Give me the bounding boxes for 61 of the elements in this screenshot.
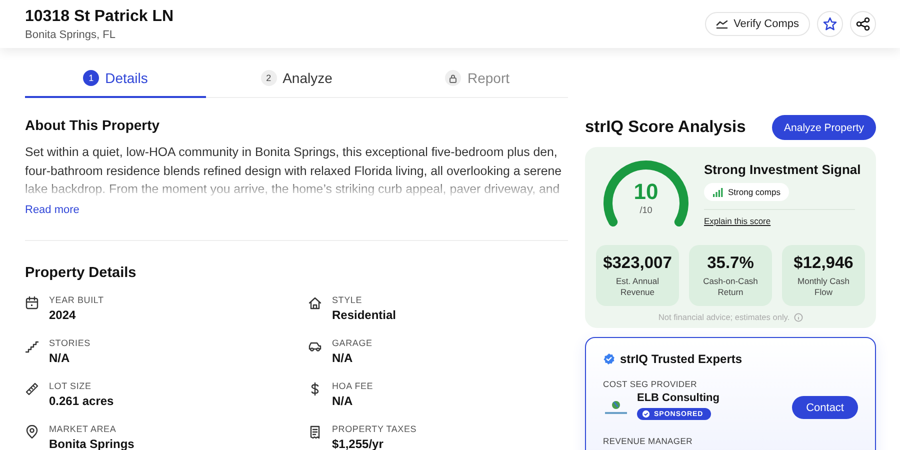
- map-pin-icon: [25, 424, 39, 438]
- check-icon: [642, 410, 650, 418]
- stat-label: Est. Annual Revenue: [614, 276, 660, 298]
- detail-value: 0.261 acres: [49, 394, 114, 408]
- section-heading: strIQ Score Analysis: [585, 118, 746, 137]
- detail-value: N/A: [332, 350, 354, 364]
- detail-value: 2024: [49, 308, 77, 322]
- signal-title: Strong Investment Signal: [704, 162, 862, 177]
- info-icon: [794, 312, 803, 322]
- detail-label: STYLE: [332, 294, 364, 304]
- expert-role: COST SEG PROVIDER: [603, 379, 698, 389]
- ruler-icon: [25, 382, 39, 396]
- detail-label: YEAR BUILT: [49, 294, 104, 304]
- explain-score-link[interactable]: Explain this score: [704, 216, 771, 226]
- detail-value: N/A: [49, 350, 71, 364]
- share-icon: [856, 17, 870, 31]
- expert-name: ELB Consulting: [637, 392, 720, 404]
- analyze-property-button[interactable]: Analyze Property: [772, 115, 876, 140]
- experts-title: strIQ Trusted Experts: [620, 352, 742, 366]
- detail-label: PROPERTY TAXES: [332, 424, 417, 434]
- detail-label: LOT SIZE: [49, 380, 92, 390]
- share-button[interactable]: [850, 11, 876, 37]
- detail-value: Residential: [332, 308, 396, 322]
- badge-text: Strong comps: [728, 187, 780, 197]
- property-city: Bonita Springs, FL: [25, 28, 116, 40]
- section-heading: About This Property: [25, 117, 161, 133]
- detail-value: Bonita Springs: [49, 436, 134, 450]
- house-icon: [308, 296, 322, 310]
- verified-icon: [603, 353, 615, 365]
- tab[interactable]: 2 Analyze: [206, 60, 387, 98]
- signal-bars-icon: [713, 188, 723, 196]
- disclaimer-text: Not financial advice; estimates only.: [658, 312, 790, 322]
- stat-value: 35.7%: [706, 254, 755, 273]
- chart-line-icon: [716, 19, 728, 29]
- read-more-link[interactable]: Read more: [25, 204, 80, 216]
- section-heading: Property Details: [25, 264, 138, 280]
- detail-label: MARKET AREA: [49, 424, 118, 434]
- lock-icon: [449, 74, 458, 82]
- stat-value: $12,946: [792, 254, 854, 273]
- score-max: /10: [638, 205, 654, 215]
- stat-value: $323,007: [602, 254, 673, 273]
- detail-label: HOA FEE: [332, 380, 374, 390]
- favorite-button[interactable]: [817, 11, 843, 37]
- stat-label: Monthly Cash Flow: [796, 276, 850, 298]
- stairs-icon: [25, 338, 39, 352]
- detail-value: N/A: [332, 394, 354, 408]
- receipt-icon: [308, 424, 322, 438]
- score-value: 10: [632, 179, 660, 205]
- verify-comps-button[interactable]: Verify Comps: [704, 12, 810, 36]
- detail-label: GARAGE: [332, 338, 372, 348]
- tab[interactable]: Report: [387, 60, 568, 98]
- contact-button[interactable]: Contact: [792, 396, 858, 419]
- stat-label: Cash-on-Cash Return: [702, 276, 759, 298]
- property-address: 10318 St Patrick LN: [25, 8, 174, 26]
- star-icon: [823, 17, 837, 31]
- property-description: Set within a quiet, low-HOA community in Bonita Springs, this exceptional five-bedroom plus den, four-bathroom residence blends refined design with relaxed Florida living, all overlooking a serene lake backdrop. From the moment you arrive, the home’s striking curb appeal, paver driveway, and: [25, 144, 563, 198]
- tab[interactable]: 1 Details: [25, 60, 206, 98]
- expert-role: REVENUE MANAGER: [603, 436, 694, 446]
- calendar-icon: [25, 296, 39, 310]
- detail-value: $1,255/yr: [332, 436, 384, 450]
- detail-label: STORIES: [49, 338, 90, 348]
